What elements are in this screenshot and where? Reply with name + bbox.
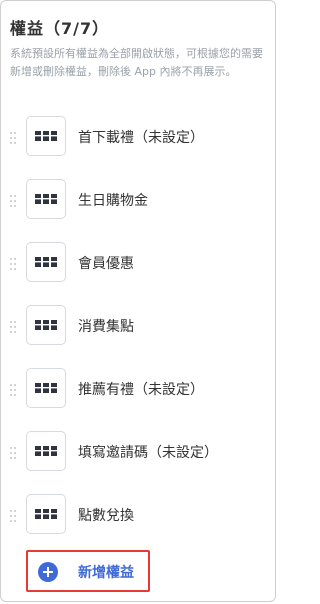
benefit-card-icon: [26, 368, 66, 408]
benefit-card-icon: [26, 494, 66, 534]
benefit-label: 消費集點: [78, 319, 134, 335]
benefit-item[interactable]: 點數兌換: [1, 491, 277, 541]
benefit-card-icon: [26, 305, 66, 345]
benefit-label: 推薦有禮（未設定）: [78, 382, 204, 398]
benefit-item[interactable]: 會員優惠: [1, 239, 277, 289]
benefits-panel: 權益（7/7） 系統預設所有權益為全部開啟狀態，可根據您的需要新增或刪除權益，刪…: [0, 0, 276, 602]
benefit-label: 填寫邀請碼（未設定）: [78, 445, 218, 461]
panel-description: 系統預設所有權益為全部開啟狀態，可根據您的需要新增或刪除權益，刪除後 App 內…: [10, 47, 263, 78]
drag-handle-icon[interactable]: [10, 384, 18, 396]
benefit-label: 點數兌換: [78, 508, 134, 524]
drag-handle-icon[interactable]: [10, 258, 18, 270]
benefit-card-icon: [26, 431, 66, 471]
panel-title: 權益（7/7）: [10, 19, 110, 38]
add-benefit-label: 新增權益: [78, 565, 134, 581]
add-benefit-highlight: 新增權益: [26, 550, 150, 592]
benefit-card-icon: [26, 116, 66, 156]
benefit-item[interactable]: 推薦有禮（未設定）: [1, 365, 277, 415]
benefit-item[interactable]: 首下載禮（未設定）: [1, 113, 277, 163]
benefit-card-icon: [26, 179, 66, 219]
benefit-item[interactable]: 生日購物金: [1, 176, 277, 226]
add-benefit-button[interactable]: 新增權益: [38, 561, 134, 583]
drag-handle-icon[interactable]: [10, 510, 18, 522]
benefit-label: 生日購物金: [78, 193, 148, 209]
benefit-card-icon: [26, 242, 66, 282]
drag-handle-icon[interactable]: [10, 321, 18, 333]
drag-handle-icon[interactable]: [10, 195, 18, 207]
benefit-label: 會員優惠: [78, 256, 134, 272]
drag-handle-icon[interactable]: [10, 447, 18, 459]
benefit-item[interactable]: 填寫邀請碼（未設定）: [1, 428, 277, 478]
benefit-item[interactable]: 消費集點: [1, 302, 277, 352]
benefit-label: 首下載禮（未設定）: [78, 130, 204, 146]
drag-handle-icon[interactable]: [10, 132, 18, 144]
plus-circle-icon: [38, 562, 58, 582]
benefit-list: 首下載禮（未設定） 生日購物金 會員優惠 消費集點 推薦有禮（未設定） 填寫邀請…: [1, 113, 277, 554]
